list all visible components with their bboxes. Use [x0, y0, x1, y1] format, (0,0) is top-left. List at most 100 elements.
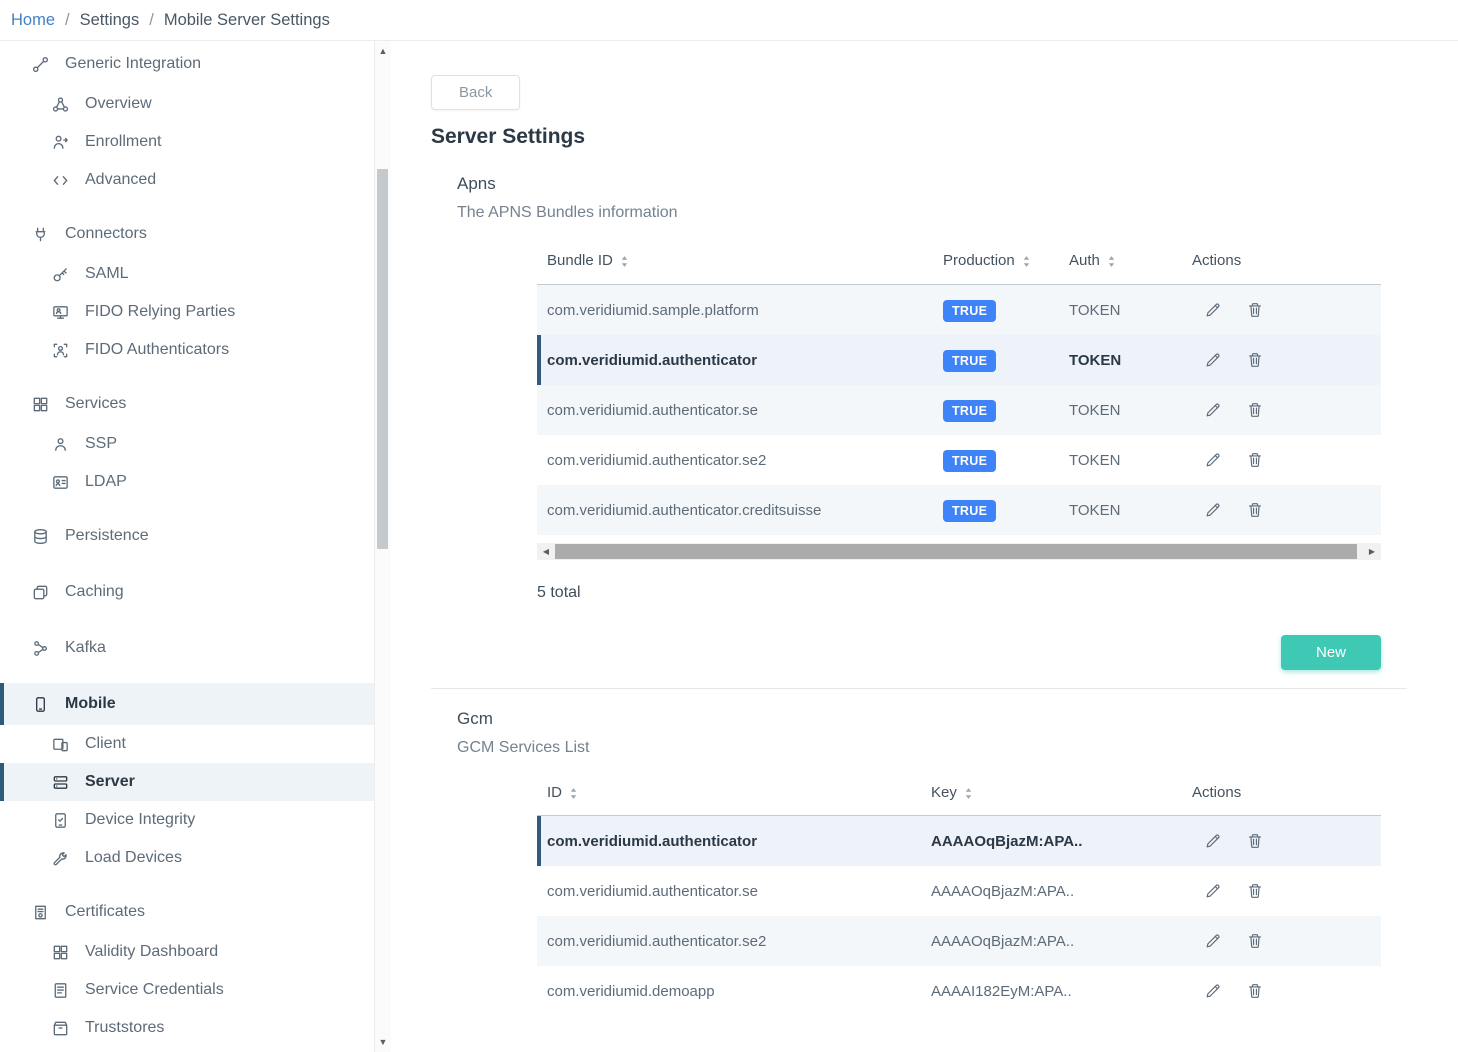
apns-table-row[interactable]: com.veridiumid.authenticator.seTRUETOKEN: [537, 385, 1381, 435]
gcm-id-cell: com.veridiumid.demoapp: [537, 983, 931, 1000]
scroll-right-icon[interactable]: ▶: [1364, 543, 1380, 560]
sort-icon[interactable]: [1022, 255, 1031, 268]
gcm-table-row[interactable]: com.veridiumid.authenticatorAAAAOqBjazM:…: [537, 816, 1381, 866]
sidebar-item-label: Truststores: [85, 1019, 164, 1037]
sidebar-item-kafka[interactable]: Kafka: [0, 627, 374, 669]
delete-icon[interactable]: [1246, 882, 1264, 900]
sidebar-item-truststores[interactable]: Truststores: [0, 1009, 374, 1047]
sidebar-item-server[interactable]: Server: [0, 763, 374, 801]
new-button[interactable]: New: [1281, 635, 1381, 670]
sidebar-item-validity-dashboard[interactable]: Validity Dashboard: [0, 933, 374, 971]
column-header-key[interactable]: Key: [931, 784, 1192, 801]
sidebar-item-client[interactable]: Client: [0, 725, 374, 763]
apns-table: Bundle ID Production Auth Actions com.ve…: [537, 237, 1381, 535]
auth-cell: TOKEN: [1069, 502, 1192, 519]
production-cell: TRUE: [943, 402, 1069, 419]
sidebar-item-services[interactable]: Services: [0, 383, 374, 425]
mobile-icon: [30, 694, 50, 714]
sidebar-item-service-credentials[interactable]: Service Credentials: [0, 971, 374, 1009]
edit-icon[interactable]: [1204, 301, 1222, 319]
apns-table-row[interactable]: com.veridiumid.sample.platformTRUETOKEN: [537, 285, 1381, 335]
sidebar-item-mobile[interactable]: Mobile: [0, 683, 374, 725]
sidebar-item-advanced[interactable]: Advanced: [0, 161, 374, 199]
column-header-auth[interactable]: Auth: [1069, 252, 1192, 269]
sort-icon[interactable]: [620, 255, 629, 268]
sort-icon[interactable]: [964, 787, 973, 800]
delete-icon[interactable]: [1246, 932, 1264, 950]
delete-icon[interactable]: [1246, 451, 1264, 469]
sidebar-item-saml[interactable]: SAML: [0, 255, 374, 293]
back-button[interactable]: Back: [431, 75, 520, 110]
sidebar-item-certificates[interactable]: Certificates: [0, 891, 374, 933]
edit-icon[interactable]: [1204, 882, 1222, 900]
auth-cell: TOKEN: [1069, 402, 1192, 419]
delete-icon[interactable]: [1246, 301, 1264, 319]
production-true-badge: TRUE: [943, 450, 996, 472]
sidebar-item-label: SSP: [85, 435, 117, 453]
delete-icon[interactable]: [1246, 351, 1264, 369]
edit-icon[interactable]: [1204, 932, 1222, 950]
gcm-table-row[interactable]: com.veridiumid.demoappAAAAI182EyM:APA..: [537, 966, 1381, 1016]
delete-icon[interactable]: [1246, 401, 1264, 419]
sidebar-item-ldap[interactable]: LDAP: [0, 463, 374, 501]
sidebar-item-fido-relying-parties[interactable]: FIDO Relying Parties: [0, 293, 374, 331]
delete-icon[interactable]: [1246, 501, 1264, 519]
gcm-id-cell: com.veridiumid.authenticator.se2: [537, 933, 931, 950]
edit-icon[interactable]: [1204, 982, 1222, 1000]
enrollment-icon: [50, 132, 70, 152]
sort-icon[interactable]: [1107, 255, 1116, 268]
sidebar-scrollbar-thumb[interactable]: [377, 169, 388, 549]
actions-cell: [1192, 301, 1381, 319]
auth-cell: TOKEN: [1069, 302, 1192, 319]
edit-icon[interactable]: [1204, 832, 1222, 850]
gcm-section: Gcm GCM Services List ID Key Actions com…: [431, 709, 1407, 1016]
sidebar-item-fido-authenticators[interactable]: FIDO Authenticators: [0, 331, 374, 369]
edit-icon[interactable]: [1204, 501, 1222, 519]
edit-icon[interactable]: [1204, 401, 1222, 419]
code-icon: [50, 170, 70, 190]
sidebar-item-enrollment[interactable]: Enrollment: [0, 123, 374, 161]
apns-table-row[interactable]: com.veridiumid.authenticatorTRUETOKEN: [537, 335, 1381, 385]
scroll-left-icon[interactable]: ◀: [538, 543, 554, 560]
sidebar-item-connectors[interactable]: Connectors: [0, 213, 374, 255]
column-header-production[interactable]: Production: [943, 252, 1069, 269]
sidebar-item-overview[interactable]: Overview: [0, 85, 374, 123]
user-icon: [50, 434, 70, 454]
sidebar-item-label: FIDO Authenticators: [85, 341, 229, 359]
overview-icon: [50, 94, 70, 114]
gcm-table-row[interactable]: com.veridiumid.authenticator.se2AAAAOqBj…: [537, 916, 1381, 966]
sidebar: Generic IntegrationOverview Enrollment Adv…: [0, 41, 391, 1052]
edit-icon[interactable]: [1204, 351, 1222, 369]
horizontal-scrollbar-thumb[interactable]: [555, 544, 1357, 559]
horizontal-scrollbar[interactable]: ◀ ▶: [537, 543, 1381, 560]
breadcrumb-settings[interactable]: Settings: [80, 11, 140, 30]
sidebar-item-caching[interactable]: Caching: [0, 571, 374, 613]
certificate-icon: [30, 902, 50, 922]
sidebar-item-label: Device Integrity: [85, 811, 195, 829]
auth-cell: TOKEN: [1069, 452, 1192, 469]
apns-table-row[interactable]: com.veridiumid.authenticator.creditsuiss…: [537, 485, 1381, 535]
sort-icon[interactable]: [569, 787, 578, 800]
sidebar-item-ssp[interactable]: SSP: [0, 425, 374, 463]
scroll-down-icon[interactable]: ▼: [375, 1034, 391, 1050]
apns-section: Apns The APNS Bundles information Bundle…: [431, 174, 1407, 670]
scroll-up-icon[interactable]: ▲: [375, 43, 391, 59]
server-icon: [50, 772, 70, 792]
sidebar-item-device-integrity[interactable]: Device Integrity: [0, 801, 374, 839]
sidebar-item-generic-integration[interactable]: Generic Integration: [0, 43, 374, 85]
gcm-table-row[interactable]: com.veridiumid.authenticator.seAAAAOqBja…: [537, 866, 1381, 916]
sidebar-item-persistence[interactable]: Persistence: [0, 515, 374, 557]
delete-icon[interactable]: [1246, 832, 1264, 850]
connector-icon: [30, 224, 50, 244]
column-header-id[interactable]: ID: [537, 784, 931, 801]
breadcrumb-home-link[interactable]: Home: [11, 11, 55, 30]
sidebar-scrollbar[interactable]: ▲ ▼: [374, 41, 391, 1052]
edit-icon[interactable]: [1204, 451, 1222, 469]
apns-table-row[interactable]: com.veridiumid.authenticator.se2TRUETOKE…: [537, 435, 1381, 485]
column-header-bundle-id[interactable]: Bundle ID: [537, 252, 943, 269]
sidebar-item-label: Enrollment: [85, 133, 161, 151]
user-frame-icon: [50, 340, 70, 360]
sidebar-item-load-devices[interactable]: Load Devices: [0, 839, 374, 877]
production-true-badge: TRUE: [943, 500, 996, 522]
delete-icon[interactable]: [1246, 982, 1264, 1000]
